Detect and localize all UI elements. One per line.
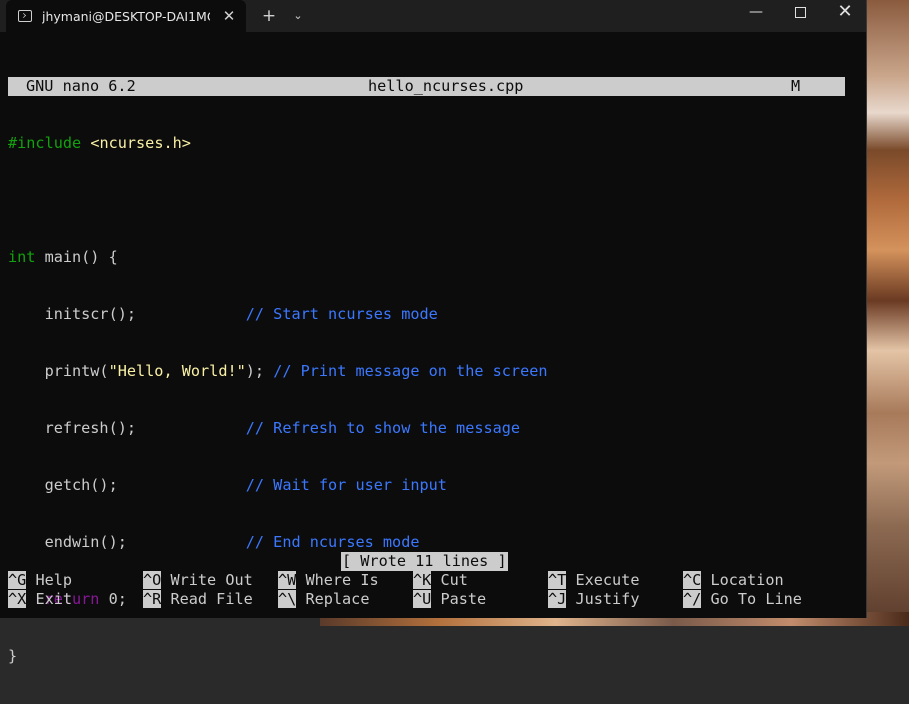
shortcut-location[interactable]: ^C Location bbox=[683, 571, 784, 590]
code-statement: printw( bbox=[8, 362, 109, 380]
nano-status-message: [ Wrote 11 lines ] bbox=[341, 552, 508, 571]
type-keyword: int bbox=[8, 248, 36, 266]
shortcut-label: Exit bbox=[35, 590, 73, 608]
minimize-button[interactable]: — bbox=[733, 0, 779, 26]
code-statement: endwin(); bbox=[8, 533, 246, 551]
code-line-8: endwin(); // End ncurses mode bbox=[8, 533, 858, 552]
code-line-5: printw("Hello, World!"); // Print messag… bbox=[8, 362, 858, 381]
shortcut-label: Go To Line bbox=[710, 590, 802, 608]
shortcut-key: ^/ bbox=[683, 590, 702, 608]
maximize-button[interactable] bbox=[777, 0, 823, 26]
shortcut-label: Replace bbox=[305, 590, 370, 608]
shortcut-justify[interactable]: ^J Justify bbox=[548, 590, 639, 609]
close-button[interactable]: ✕ bbox=[822, 0, 868, 26]
string-literal: "Hello, World!" bbox=[108, 362, 246, 380]
maximize-icon bbox=[794, 7, 806, 18]
tab-dropdown-chevron-icon[interactable]: ⌄ bbox=[288, 7, 308, 25]
terminal-tab[interactable]: jhymani@DESKTOP-DAI1MGC ✕ bbox=[6, 0, 246, 32]
code-statement: getch(); bbox=[8, 476, 246, 494]
shortcut-label: Execute bbox=[575, 571, 640, 589]
code-statement-end: ); bbox=[245, 362, 274, 380]
shortcut-replace[interactable]: ^\ Replace bbox=[278, 590, 369, 609]
code-statement: initscr(); bbox=[8, 305, 246, 323]
shortcut-label: Read File bbox=[170, 590, 253, 608]
code-line-6: refresh(); // Refresh to show the messag… bbox=[8, 419, 858, 438]
code-line-1: #include <ncurses.h> bbox=[8, 134, 858, 153]
code-comment: // Wait for user input bbox=[245, 476, 447, 494]
shortcut-go-to-line[interactable]: ^/ Go To Line bbox=[683, 590, 802, 609]
closing-brace: } bbox=[8, 647, 18, 665]
shortcut-execute[interactable]: ^T Execute bbox=[548, 571, 639, 590]
code-line-10: } bbox=[8, 647, 858, 666]
code-comment: // Refresh to show the message bbox=[245, 419, 521, 437]
title-bar: jhymani@DESKTOP-DAI1MGC ✕ + ⌄ — ✕ bbox=[0, 0, 866, 32]
code-statement: refresh(); bbox=[8, 419, 246, 437]
tab-title: jhymani@DESKTOP-DAI1MGC bbox=[42, 8, 210, 24]
shortcut-label: Write Out bbox=[170, 571, 253, 589]
shortcut-label: Where Is bbox=[305, 571, 379, 589]
shortcut-help[interactable]: ^G Help bbox=[8, 571, 72, 590]
tab-close-icon[interactable]: ✕ bbox=[220, 7, 238, 25]
shortcut-label: Cut bbox=[440, 571, 468, 589]
shortcut-key: ^G bbox=[8, 571, 27, 589]
code-comment: // Start ncurses mode bbox=[245, 305, 438, 323]
shortcut-label: Location bbox=[710, 571, 784, 589]
shortcut-key: ^T bbox=[548, 571, 567, 589]
shortcut-key: ^W bbox=[278, 571, 297, 589]
code-line-7: getch(); // Wait for user input bbox=[8, 476, 858, 495]
nano-shortcut-bar: ^G Help ^X Exit ^O Write Out ^R Read Fil… bbox=[8, 571, 858, 609]
new-tab-button[interactable]: + bbox=[258, 7, 280, 25]
shortcut-label: Help bbox=[35, 571, 73, 589]
shortcut-key: ^R bbox=[143, 590, 162, 608]
nano-title-bar: GNU nano 6.2 hello_ncurses.cpp M bbox=[8, 77, 845, 96]
terminal-icon bbox=[18, 10, 32, 22]
code-comment: // End ncurses mode bbox=[245, 533, 420, 551]
code-line-4: initscr(); // Start ncurses mode bbox=[8, 305, 858, 324]
shortcut-key: ^K bbox=[413, 571, 432, 589]
main-signature: main() { bbox=[35, 248, 118, 266]
shortcut-paste[interactable]: ^U Paste bbox=[413, 590, 486, 609]
shortcut-label: Justify bbox=[575, 590, 640, 608]
nano-modified-flag: M bbox=[791, 77, 801, 95]
desktop-background bbox=[866, 0, 909, 626]
shortcut-cut[interactable]: ^K Cut bbox=[413, 571, 468, 590]
shortcut-key: ^X bbox=[8, 590, 27, 608]
include-header: <ncurses.h> bbox=[90, 134, 191, 152]
shortcut-where-is[interactable]: ^W Where Is bbox=[278, 571, 379, 590]
shortcut-label: Paste bbox=[440, 590, 487, 608]
code-line-3: int main() { bbox=[8, 248, 858, 267]
code-comment: // Print message on the screen bbox=[273, 362, 548, 380]
shortcut-write-out[interactable]: ^O Write Out bbox=[143, 571, 253, 590]
shortcut-key: ^O bbox=[143, 571, 162, 589]
shortcut-read-file[interactable]: ^R Read File bbox=[143, 590, 253, 609]
shortcut-exit[interactable]: ^X Exit bbox=[8, 590, 72, 609]
nano-filename: hello_ncurses.cpp bbox=[368, 77, 524, 95]
shortcut-key: ^J bbox=[548, 590, 567, 608]
nano-version: GNU nano 6.2 bbox=[26, 77, 136, 95]
terminal-window: jhymani@DESKTOP-DAI1MGC ✕ + ⌄ — ✕ GNU na… bbox=[0, 0, 867, 665]
shortcut-key: ^U bbox=[413, 590, 432, 608]
shortcut-key: ^\ bbox=[278, 590, 297, 608]
shortcut-key: ^C bbox=[683, 571, 702, 589]
